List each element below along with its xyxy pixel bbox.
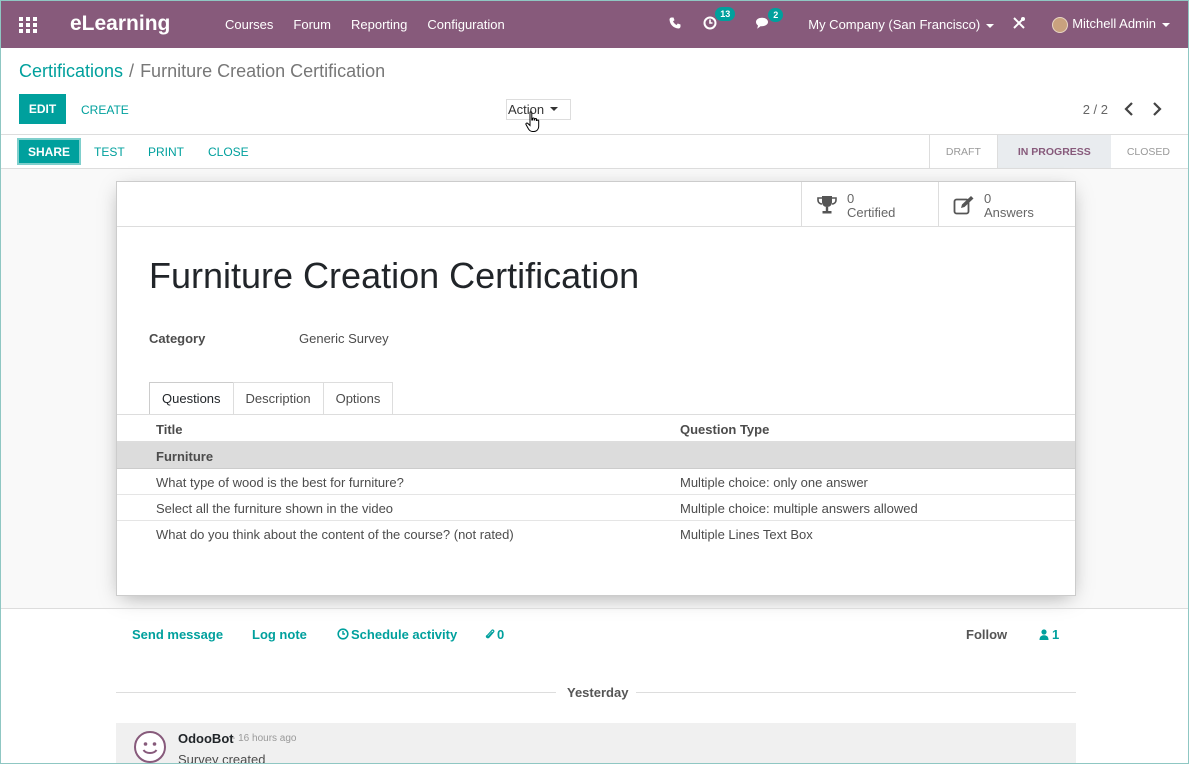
breadcrumb-parent[interactable]: Certifications [19, 61, 123, 81]
sheet-divider [117, 226, 1075, 227]
trophy-icon [817, 196, 837, 214]
pager-previous-icon[interactable] [1122, 101, 1136, 117]
category-label: Category [149, 331, 206, 346]
notebook-tabs: Questions Description Options [149, 382, 394, 414]
table-row[interactable]: Select all the furniture shown in the vi… [117, 495, 1075, 521]
question-type: Multiple Lines Text Box [680, 527, 813, 542]
user-caret-icon [1162, 22, 1170, 27]
menu-configuration[interactable]: Configuration [427, 17, 504, 32]
question-title: Select all the furniture shown in the vi… [156, 501, 394, 516]
breadcrumb: Certifications / Furniture Creation Certif… [19, 61, 385, 82]
stage-closed[interactable]: CLOSED [1111, 135, 1188, 168]
table-header: Title Question Type [117, 415, 1075, 443]
activity-badge: 13 [715, 7, 736, 21]
status-bar: SHARE TEST PRINT CLOSE DRAFT IN PROGRESS… [1, 134, 1188, 169]
phone-icon[interactable] [669, 17, 681, 32]
answers-stat-button[interactable]: 0 Answers [938, 182, 1075, 226]
certified-count: 0 [847, 191, 855, 206]
edit-button[interactable]: EDIT [19, 94, 66, 124]
user-name: Mitchell Admin [1072, 16, 1156, 32]
create-button[interactable]: CREATE [81, 103, 129, 117]
menu-reporting[interactable]: Reporting [351, 17, 407, 32]
messages-badge: 2 [768, 7, 784, 22]
log-note-button[interactable]: Log note [252, 627, 307, 642]
odoobot-avatar-icon [134, 731, 166, 763]
send-message-button[interactable]: Send message [132, 627, 223, 642]
stage-pipeline: DRAFT IN PROGRESS CLOSED [928, 135, 1188, 168]
question-type: Multiple choice: only one answer [680, 475, 868, 490]
followers-button[interactable]: 1 [1039, 627, 1059, 642]
date-separator-line-right [636, 692, 1076, 693]
answers-label: Answers [984, 205, 1034, 220]
date-separator-line-left [116, 692, 556, 693]
attachments-button[interactable]: 0 [485, 627, 504, 642]
main-menu: Courses Forum Reporting Configuration [225, 17, 525, 32]
stage-draft[interactable]: DRAFT [928, 135, 997, 168]
tab-options[interactable]: Options [322, 382, 394, 414]
activity-clock-icon[interactable]: 13 [703, 7, 736, 33]
question-title: What type of wood is the best for furnit… [156, 475, 404, 490]
company-name: My Company (San Francisco) [808, 17, 981, 32]
table-row[interactable]: What type of wood is the best for furnit… [117, 469, 1075, 495]
pager-value: 2 / 2 [1082, 102, 1108, 117]
message-author[interactable]: OdooBot [178, 731, 234, 746]
close-button[interactable]: CLOSE [208, 145, 249, 159]
category-value: Generic Survey [299, 331, 389, 346]
clock-icon [337, 628, 349, 640]
attachments-count: 0 [497, 627, 505, 642]
apps-menu-icon[interactable] [19, 17, 37, 33]
user-avatar [1052, 16, 1069, 33]
mouse-cursor-icon [525, 111, 540, 132]
menu-forum[interactable]: Forum [293, 17, 331, 32]
answers-count: 0 [984, 191, 992, 206]
followers-count: 1 [1052, 627, 1060, 642]
chatter-message: OdooBot - 16 hours ago Survey created [116, 723, 1076, 764]
schedule-activity-label: Schedule activity [351, 627, 458, 642]
debug-tools-icon[interactable] [1012, 16, 1026, 33]
form-sheet: 0 Certified 0 Answers Furniture Creation… [116, 181, 1076, 596]
menu-courses[interactable]: Courses [225, 17, 273, 32]
company-caret-icon [986, 23, 995, 28]
breadcrumb-separator: / [129, 61, 135, 81]
company-switcher[interactable]: My Company (San Francisco) [808, 17, 995, 32]
app-window: eLearning Courses Forum Reporting Config… [0, 0, 1189, 764]
message-time: - 16 hours ago [232, 733, 297, 744]
record-title: Furniture Creation Certification [149, 255, 640, 296]
test-button[interactable]: TEST [94, 145, 125, 159]
follow-button[interactable]: Follow [966, 627, 1007, 642]
breadcrumb-current: Furniture Creation Certification [140, 61, 386, 81]
column-question-type[interactable]: Question Type [680, 422, 769, 437]
certified-stat-button[interactable]: 0 Certified [801, 182, 938, 226]
question-title: What do you think about the content of t… [156, 527, 514, 542]
tab-questions[interactable]: Questions [149, 382, 234, 414]
smart-button-box: 0 Certified 0 Answers [801, 182, 1075, 226]
navbar-systray: 13 2 My Company (San Francisco) Mitchell… [669, 1, 1188, 48]
action-caret-icon [550, 107, 559, 111]
paperclip-icon [485, 629, 495, 639]
user-menu[interactable]: Mitchell Admin [1052, 16, 1170, 33]
app-brand[interactable]: eLearning [70, 12, 170, 36]
top-navbar: eLearning Courses Forum Reporting Config… [1, 1, 1188, 48]
date-separator: Yesterday [567, 685, 629, 700]
messages-icon[interactable]: 2 [755, 7, 784, 33]
chatter-divider [1, 608, 1188, 609]
column-title[interactable]: Title [156, 422, 183, 437]
section-row[interactable]: Furniture [117, 443, 1075, 469]
edit-icon [953, 196, 974, 215]
schedule-activity-button[interactable]: Schedule activity [337, 627, 457, 642]
certified-label: Certified [847, 205, 896, 220]
section-title: Furniture [156, 449, 214, 464]
tab-description[interactable]: Description [232, 382, 324, 414]
question-type: Multiple choice: multiple answers allowe… [680, 501, 918, 516]
stage-in-progress[interactable]: IN PROGRESS [996, 135, 1111, 168]
questions-table: Title Question Type Furniture What type … [117, 415, 1075, 547]
pager-next-icon[interactable] [1150, 101, 1164, 117]
print-button[interactable]: PRINT [148, 145, 184, 159]
share-button[interactable]: SHARE [17, 138, 81, 165]
user-icon [1039, 629, 1049, 640]
table-row[interactable]: What do you think about the content of t… [117, 521, 1075, 547]
message-body: Survey created [178, 752, 266, 764]
